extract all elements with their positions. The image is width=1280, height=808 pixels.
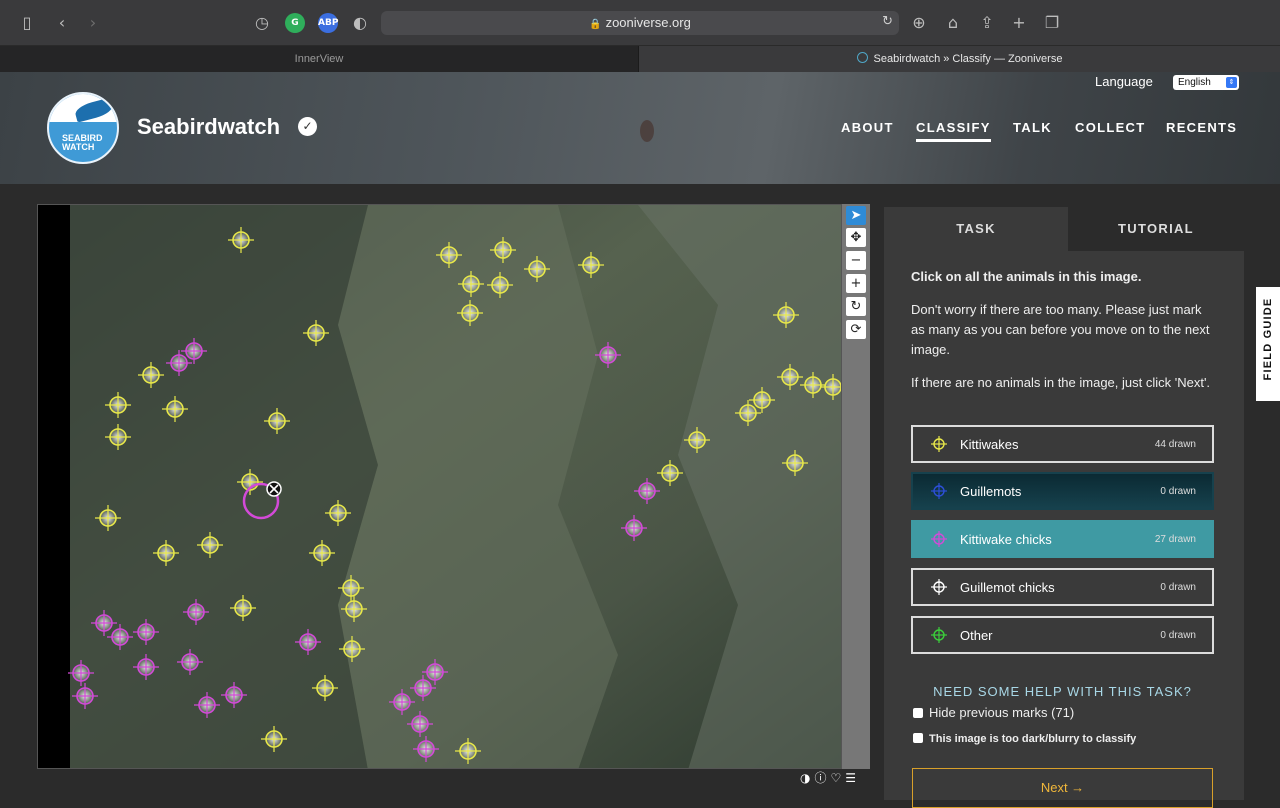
too-dark-label: This image is too dark/blurry to classif… <box>929 733 1137 745</box>
zoom-in-icon[interactable]: + <box>846 274 866 293</box>
tab-seabirdwatch[interactable]: Seabirdwatch » Classify — Zooniverse <box>639 46 1280 72</box>
project-title[interactable]: Seabirdwatch <box>137 114 280 140</box>
nav-recents[interactable]: RECENTS <box>1166 120 1237 135</box>
task-panel: TASK TUTORIAL Click on all the animals i… <box>884 207 1244 808</box>
language-select[interactable]: English ⇕ <box>1173 75 1239 90</box>
choice-label: Guillemot chicks <box>960 580 1055 595</box>
address-bar[interactable]: 🔒 zooniverse.org ↻ <box>381 11 899 35</box>
nav-classify[interactable]: CLASSIFY <box>916 120 991 142</box>
tab-label: InnerView <box>294 53 344 65</box>
select-arrow-icon: ⇕ <box>1226 77 1237 88</box>
hide-marks-checkbox[interactable] <box>913 708 923 718</box>
info-icon[interactable]: ⓘ <box>814 771 826 785</box>
guillemot-crosshair-icon <box>931 483 947 499</box>
nav-collect[interactable]: COLLECT <box>1075 120 1145 135</box>
choice-guillemots[interactable]: Guillemots 0 drawn <box>911 472 1214 510</box>
subject-footer-icons: ◑ ⓘ ♡ ☰ <box>796 769 856 785</box>
field-guide-label: FIELD GUIDE <box>1262 297 1274 381</box>
grammarly-extension-icon[interactable]: G <box>285 13 305 33</box>
reset-icon[interactable]: ⟳ <box>846 320 866 339</box>
kittiwake-chick-crosshair-icon <box>931 531 947 547</box>
project-logo[interactable]: SEABIRD WATCH <box>47 92 119 164</box>
tab-innerview[interactable]: InnerView <box>0 46 639 72</box>
image-tools-bar: ➤ ✥ − + ↻ ⟳ <box>842 204 870 769</box>
back-icon[interactable]: ‹ <box>51 12 73 34</box>
contrast-icon[interactable]: ◑ <box>800 771 810 785</box>
choice-count: 0 drawn <box>1160 630 1196 641</box>
choice-other[interactable]: Other 0 drawn <box>911 616 1214 654</box>
choice-guillemot-chicks[interactable]: Guillemot chicks 0 drawn <box>911 568 1214 606</box>
nav-about[interactable]: ABOUT <box>841 120 894 135</box>
choice-label: Other <box>960 628 993 643</box>
shield-icon[interactable]: ◐ <box>349 12 371 34</box>
forward-icon[interactable]: › <box>82 12 104 34</box>
choice-count: 27 drawn <box>1154 534 1196 545</box>
task-help-paragraph-1: Don't worry if there are too many. Pleas… <box>911 302 1210 357</box>
subject-image-viewer[interactable] <box>37 204 842 769</box>
project-header: SEABIRD WATCH Seabirdwatch ✓ ABOUT CLASSI… <box>0 72 1280 184</box>
task-question: Click on all the animals in this image. <box>911 269 1142 284</box>
share-icon[interactable]: ⇪ <box>976 12 998 34</box>
history-icon[interactable]: ◷ <box>251 12 273 34</box>
tab-task[interactable]: TASK <box>884 207 1068 251</box>
pointer-icon[interactable]: ➤ <box>846 206 866 225</box>
tab-tutorial[interactable]: TUTORIAL <box>1068 207 1244 251</box>
choice-label: Kittiwakes <box>960 437 1019 452</box>
other-crosshair-icon <box>931 627 947 643</box>
task-instructions: Click on all the animals in this image. … <box>911 267 1216 406</box>
choice-count: 44 drawn <box>1154 439 1196 450</box>
verified-check-icon: ✓ <box>298 117 317 136</box>
guillemot-chick-crosshair-icon <box>931 579 947 595</box>
lock-icon: 🔒 <box>589 19 602 30</box>
language-value: English <box>1178 77 1211 88</box>
move-icon[interactable]: ✥ <box>846 228 866 247</box>
reload-icon[interactable]: ↻ <box>882 14 893 29</box>
hide-marks-label: Hide previous marks (71) <box>929 705 1075 720</box>
hide-marks-checkbox-row[interactable]: Hide previous marks (71) <box>913 705 1074 720</box>
tab-overview-icon[interactable]: ❐ <box>1041 12 1063 34</box>
nav-talk[interactable]: TALK <box>1013 120 1052 135</box>
new-tab-icon[interactable]: + <box>1008 12 1030 34</box>
choice-count: 0 drawn <box>1160 486 1196 497</box>
too-dark-checkbox[interactable] <box>913 733 923 743</box>
next-button[interactable]: Next → <box>912 768 1213 808</box>
delete-marker-icon[interactable] <box>266 481 282 497</box>
sidebar-toggle-icon[interactable]: ▯ <box>16 12 38 34</box>
url-text: zooniverse.org <box>605 15 691 30</box>
choice-count: 0 drawn <box>1160 582 1196 593</box>
logo-text-line2: WATCH <box>62 142 95 152</box>
choice-label: Guillemots <box>960 484 1022 499</box>
tab-label: Seabirdwatch » Classify — Zooniverse <box>873 53 1063 65</box>
help-link[interactable]: NEED SOME HELP WITH THIS TASK? <box>911 684 1214 699</box>
choice-label: Kittiwake chicks <box>960 532 1052 547</box>
zoom-out-icon[interactable]: − <box>846 251 866 270</box>
subject-canvas[interactable] <box>38 205 842 769</box>
field-guide-tab[interactable]: FIELD GUIDE <box>1256 287 1280 401</box>
browser-toolbar: ▯ ‹ › ◷ G ABP ◐ 🔒 zooniverse.org ↻ ⊕ ⌂ ⇪ … <box>0 0 1280 46</box>
language-label: Language <box>1095 74 1153 89</box>
collections-list-icon[interactable]: ☰ <box>845 771 856 785</box>
adblock-extension-icon[interactable]: ABP <box>318 13 338 33</box>
task-help-paragraph-2: If there are no animals in the image, ju… <box>911 375 1211 390</box>
choice-kittiwakes[interactable]: Kittiwakes 44 drawn <box>911 425 1214 463</box>
too-dark-checkbox-row[interactable]: This image is too dark/blurry to classif… <box>913 733 1136 745</box>
favorite-heart-icon[interactable]: ♡ <box>831 771 842 785</box>
tab-strip: InnerView Seabirdwatch » Classify — Zoon… <box>0 46 1280 72</box>
home-icon[interactable]: ⌂ <box>942 12 964 34</box>
kittiwake-crosshair-icon <box>931 436 947 452</box>
zooniverse-favicon-icon <box>856 52 868 63</box>
download-icon[interactable]: ⊕ <box>908 12 930 34</box>
choice-kittiwake-chicks[interactable]: Kittiwake chicks 27 drawn <box>911 520 1214 558</box>
header-background-bird <box>640 120 654 142</box>
rotate-icon[interactable]: ↻ <box>846 297 866 316</box>
